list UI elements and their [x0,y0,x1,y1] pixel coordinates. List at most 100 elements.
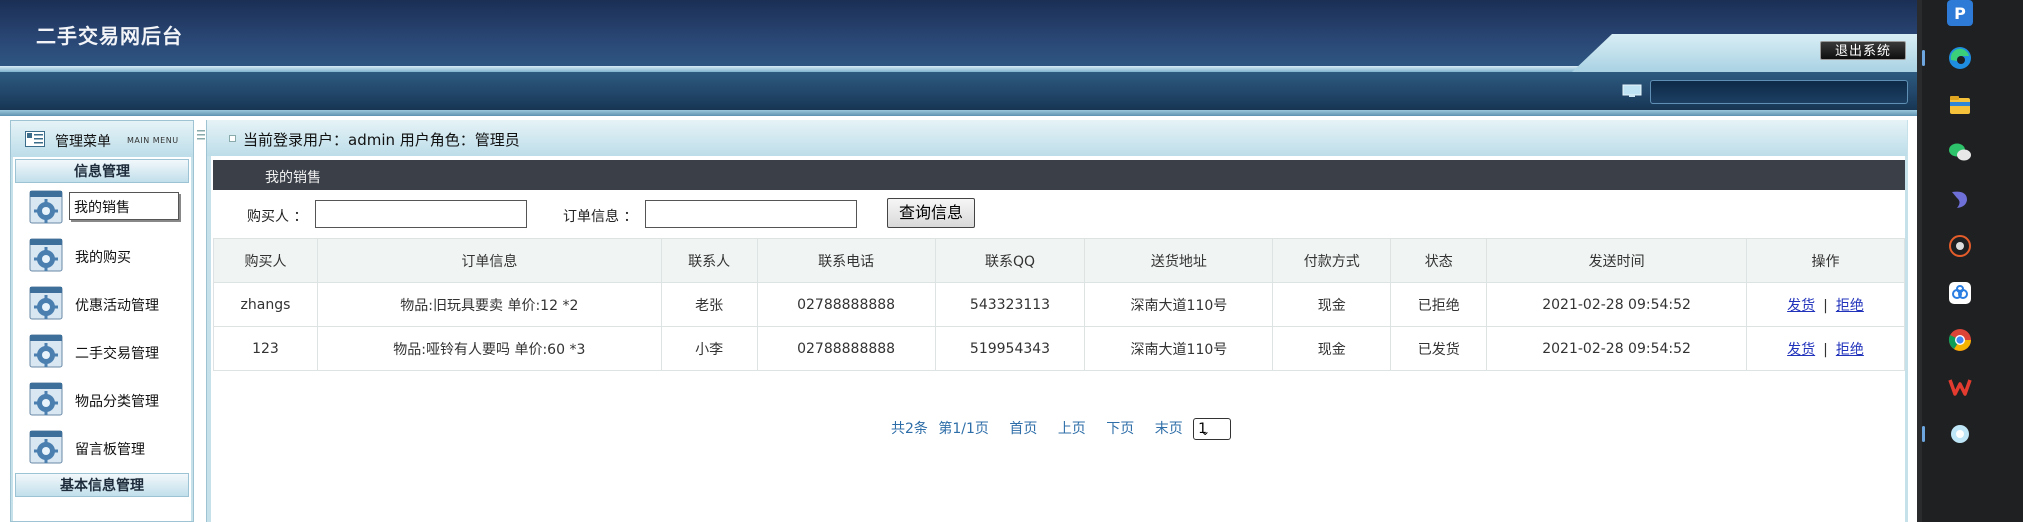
page-title: 我的销售 [265,170,321,186]
sidebar-item-promotions[interactable]: 优惠活动管理 [19,283,189,323]
send-time-cell: 2021-02-28 09:54:52 [1486,326,1747,371]
buyer-cell: 123 [213,326,318,371]
action-separator: | [1823,297,1828,314]
qq-cell: 519954343 [934,326,1086,371]
logout-button[interactable]: 退出系统 [1820,41,1906,60]
dolphin-app-icon[interactable] [1947,186,1973,212]
contact-cell: 小李 [660,326,758,371]
sidebar-item-label: 我的销售 [69,192,179,220]
settings-gear-icon [29,430,63,464]
status-cell: 已发货 [1390,326,1488,371]
column-header: 状态 [1390,238,1488,283]
buyer-input[interactable] [315,200,527,228]
chrome-icon[interactable] [1947,327,1973,353]
taskbar-edge [1917,0,1922,522]
column-header: 联系电话 [756,238,936,283]
sidebar-title: 管理菜单 [55,134,111,150]
column-header: 付款方式 [1272,238,1392,283]
column-header: 操作 [1746,238,1905,283]
p-app-icon[interactable]: P [1947,0,1973,26]
payment-cell: 现金 [1272,282,1392,327]
action-separator: | [1823,341,1828,358]
column-header: 送货地址 [1084,238,1274,283]
total-count: 共2条 [891,421,928,437]
phone-cell: 02788888888 [756,326,936,371]
actions-cell: 发货 | 拒绝 [1746,282,1905,327]
top-header: 二手交易网后台 退出系统 [0,0,1917,116]
table-header-row: 购买人 订单信息 联系人 联系电话 联系QQ 送货地址 付款方式 状态 发送时间… [213,238,1905,283]
settings-gear-icon [29,334,63,368]
reject-link[interactable]: 拒绝 [1836,298,1864,314]
order-info-input[interactable] [645,200,857,228]
sidebar-subtitle: MAIN MENU [127,136,179,145]
last-page-link[interactable]: 末页 [1155,421,1183,437]
panel-title-bar: 我的销售 [213,160,1905,190]
table-row: zhangs 物品:旧玩具要卖 单价:12 *2 老张 02788888888 … [213,282,1905,327]
sidebar-collapse-handle[interactable] [196,128,206,142]
cloud-app-icon[interactable] [1947,421,1973,447]
sidebar: 管理菜单 MAIN MENU 信息管理 我的销售 我的购买 优惠活动管理 二手交… [10,120,194,522]
phone-cell: 02788888888 [756,282,936,327]
sidebar-menu: 信息管理 我的销售 我的购买 优惠活动管理 二手交易管理 物品分类管理 留言板管… [13,157,191,521]
current-user-info: 当前登录用户：admin 用户角色：管理员 [243,131,520,149]
sales-table: 购买人 订单信息 联系人 联系电话 联系QQ 送货地址 付款方式 状态 发送时间… [213,238,1905,371]
sidebar-item-category-management[interactable]: 物品分类管理 [19,379,189,419]
menu-group-basic-info[interactable]: 基本信息管理 [15,473,189,497]
sidebar-item-label: 优惠活动管理 [75,298,159,314]
contact-cell: 老张 [660,282,758,327]
settings-gear-icon [29,286,63,320]
address-cell: 深南大道110号 [1084,282,1274,327]
order-info-label: 订单信息 ： [563,209,638,225]
header-status-box [1650,80,1908,104]
reject-link[interactable]: 拒绝 [1836,342,1864,358]
sidebar-item-label: 二手交易管理 [75,346,159,362]
buyer-cell: zhangs [213,282,318,327]
send-time-cell: 2021-02-28 09:54:52 [1486,282,1747,327]
sidebar-item-trade-management[interactable]: 二手交易管理 [19,331,189,371]
pagination: 共2条 第1/1页 首页 上页 下页 末页 1 ⌄ [891,418,1232,442]
next-page-link[interactable]: 下页 [1106,421,1134,437]
settings-gear-icon [29,190,63,224]
column-header: 联系QQ [934,238,1086,283]
page-select[interactable]: 1 ⌄ [1193,418,1232,440]
header-bottom-line [0,110,1917,116]
sidebar-item-my-purchases[interactable]: 我的购买 [19,235,189,275]
windows-taskbar: P [1917,0,2023,522]
sidebar-item-label: 我的购买 [75,250,131,266]
ship-link[interactable]: 发货 [1787,298,1815,314]
search-form: 购买人 ： 订单信息 ： 查询信息 [213,192,1905,236]
address-cell: 深南大道110号 [1084,326,1274,371]
buyer-label: 购买人 ： [247,209,308,225]
column-header: 联系人 [660,238,758,283]
settings-gear-icon [29,382,63,416]
wps-icon[interactable] [1947,374,1973,400]
menu-group-info-management[interactable]: 信息管理 [15,159,189,183]
content-area: 我的销售 购买人 ： 订单信息 ： 查询信息 购买人 订单信息 联系人 联系电话… [211,156,1905,522]
active-app-indicator [1922,50,1925,66]
chevron-down-icon: ⌄ [1200,424,1211,438]
sidebar-item-my-sales[interactable]: 我的销售 [19,187,189,227]
menu-icon [25,131,45,147]
ship-link[interactable]: 发货 [1787,342,1815,358]
baidu-netdisk-icon[interactable] [1947,280,1973,306]
column-header: 订单信息 [316,238,662,283]
search-button[interactable]: 查询信息 [887,198,975,228]
sidebar-item-message-board[interactable]: 留言板管理 [19,427,189,467]
prev-page-link[interactable]: 上页 [1058,421,1086,437]
status-cell: 已拒绝 [1390,282,1488,327]
first-page-link[interactable]: 首页 [1009,421,1037,437]
sidebar-item-label: 物品分类管理 [75,394,159,410]
file-explorer-icon[interactable] [1947,92,1973,118]
qq-cell: 543323113 [934,282,1086,327]
table-row: 123 物品:哑铃有人要吗 单价:60 *3 小李 02788888888 51… [213,326,1905,371]
settings-gear-icon[interactable] [1947,233,1973,259]
page-info: 第1/1页 [938,421,989,437]
column-header: 发送时间 [1486,238,1747,283]
bullet-icon [229,135,236,142]
sidebar-header: 管理菜单 MAIN MENU [11,121,193,157]
edge-icon[interactable] [1947,45,1973,71]
main-frame: 当前登录用户：admin 用户角色：管理员 我的销售 购买人 ： 订单信息 ： … [206,120,1908,522]
settings-gear-icon [29,238,63,272]
wechat-icon[interactable] [1947,139,1973,165]
site-title: 二手交易网后台 [36,24,183,48]
